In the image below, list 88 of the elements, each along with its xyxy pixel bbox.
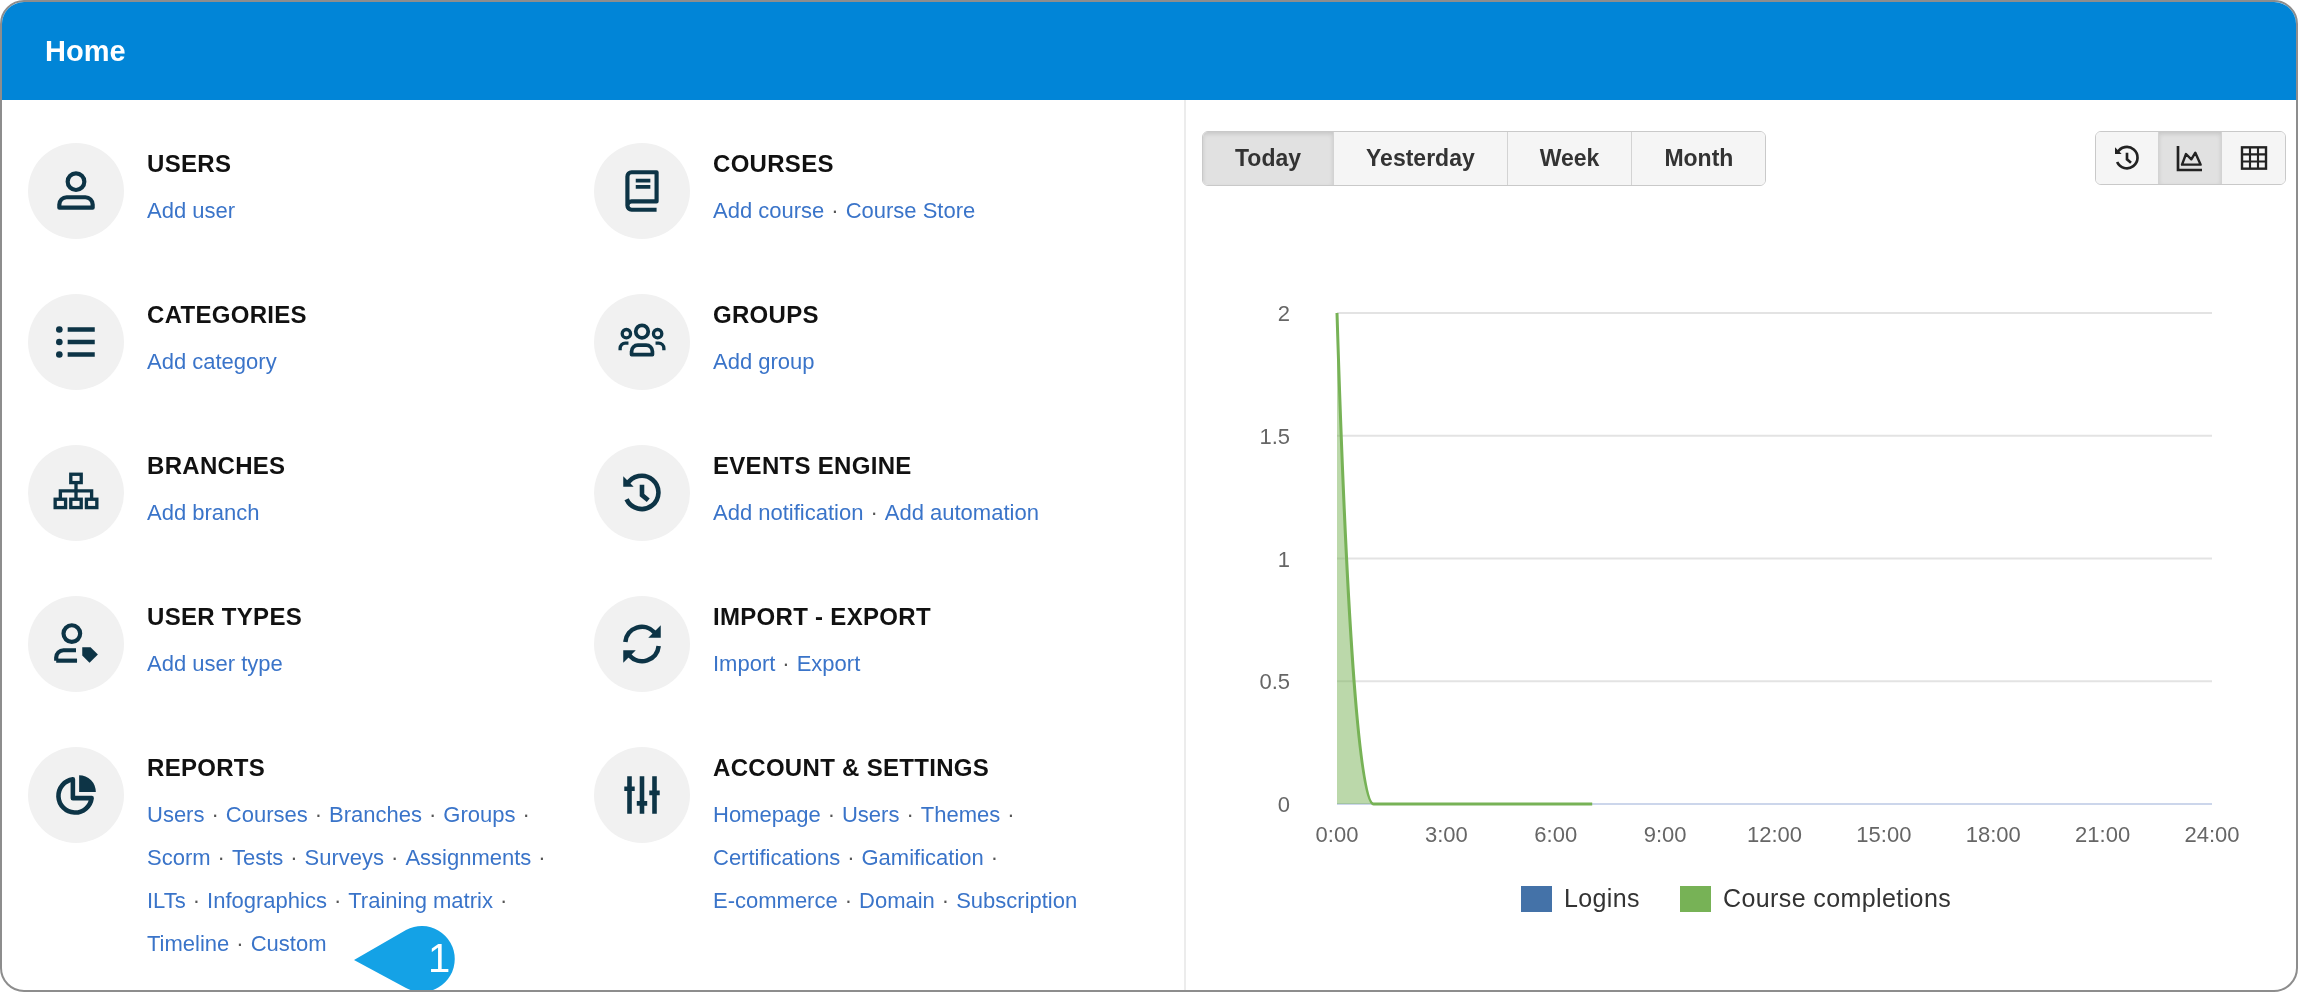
link[interactable]: Gamification [861, 836, 984, 879]
link[interactable]: Scorm [147, 836, 211, 879]
separator: · [1007, 801, 1015, 829]
link[interactable]: Custom [250, 922, 327, 965]
y-axis-label: 1 [1277, 546, 1290, 572]
link[interactable]: Import [713, 642, 776, 685]
period-tab[interactable]: Today [1203, 132, 1335, 185]
separator: · [217, 844, 225, 872]
link[interactable]: Add course [713, 189, 825, 232]
link[interactable]: Add notification [713, 491, 864, 534]
separator: · [522, 801, 530, 829]
section-title: EVENTS ENGINE [713, 451, 913, 481]
section-title: COURSES [713, 149, 835, 179]
view-button[interactable] [2222, 132, 2285, 184]
link[interactable]: Add group [713, 340, 815, 383]
section-title: CATEGORIES [147, 300, 308, 330]
separator: · [211, 801, 219, 829]
separator: · [941, 887, 950, 915]
separator: · [990, 844, 999, 872]
link[interactable]: Users [147, 793, 205, 836]
link[interactable]: Courses [225, 793, 308, 836]
link[interactable]: Add automation [884, 491, 1039, 534]
link[interactable]: Tests [231, 836, 284, 879]
link[interactable]: Training matrix [348, 879, 493, 922]
link[interactable]: E-commerce [713, 879, 838, 922]
separator: · [429, 801, 437, 829]
x-axis-label: 18:00 [1965, 822, 2021, 847]
section-title: GROUPS [713, 300, 820, 330]
separator: · [906, 801, 914, 829]
x-axis-label: 6:00 [1534, 822, 1578, 847]
separator: · [314, 801, 323, 829]
legend-label: Course completions [1722, 884, 1952, 913]
link[interactable]: Domain [859, 879, 935, 922]
y-axis-label: 0 [1277, 792, 1290, 817]
link[interactable]: Timeline [147, 922, 230, 965]
period-tab[interactable]: Month [1632, 132, 1766, 185]
section-title: USERS [147, 149, 233, 179]
separator: · [290, 844, 298, 872]
section-title: REPORTS [147, 753, 267, 783]
link[interactable]: ILTs [147, 879, 186, 922]
separator: · [391, 844, 399, 872]
link[interactable]: Certifications [713, 836, 841, 879]
section-title: ACCOUNT & SETTINGS [713, 753, 991, 783]
link[interactable]: Assignments [405, 836, 532, 879]
x-axis-label: 15:00 [1856, 822, 1912, 847]
link[interactable]: Add branch [147, 491, 260, 534]
y-axis-label: 1.5 [1259, 423, 1290, 449]
separator: · [782, 650, 790, 678]
x-axis-label: 24:00 [2184, 822, 2240, 847]
link[interactable]: Groups [443, 793, 516, 836]
x-axis-label: 0:00 [1315, 822, 1359, 847]
separator: · [831, 197, 839, 225]
y-axis-label: 2 [1277, 301, 1290, 326]
legend-label: Logins [1563, 884, 1640, 913]
link[interactable]: Subscription [956, 879, 1078, 922]
y-axis-label: 0.5 [1259, 669, 1290, 695]
period-tab[interactable]: Yesterday [1334, 132, 1508, 185]
separator: · [333, 887, 342, 915]
section-title: IMPORT - EXPORT [713, 602, 932, 632]
link[interactable]: Course Store [845, 189, 976, 232]
separator: · [844, 887, 852, 915]
page-title: Home [45, 34, 126, 68]
separator: · [236, 930, 244, 958]
separator: · [870, 499, 878, 527]
separator: · [827, 801, 835, 829]
link[interactable]: Homepage [713, 793, 821, 836]
x-axis-label: 9:00 [1643, 822, 1687, 847]
link[interactable]: Themes [920, 793, 1001, 836]
section-title: BRANCHES [147, 451, 287, 481]
link[interactable]: Users [841, 793, 900, 836]
section-title: USER TYPES [147, 602, 304, 632]
separator: · [847, 844, 855, 872]
view-button[interactable] [2159, 132, 2222, 184]
x-axis-label: 3:00 [1424, 822, 1468, 847]
link[interactable]: Add user type [147, 642, 283, 685]
x-axis-label: 12:00 [1746, 822, 1803, 847]
view-button[interactable] [2096, 132, 2159, 184]
link[interactable]: Export [796, 642, 861, 685]
link[interactable]: Add user [147, 189, 236, 232]
separator: · [499, 887, 508, 915]
x-axis-label: 21:00 [2075, 822, 2131, 847]
link[interactable]: Add category [147, 340, 277, 383]
link[interactable]: Branches [329, 793, 422, 836]
separator: · [538, 844, 546, 872]
period-tab[interactable]: Week [1507, 132, 1633, 185]
link[interactable]: Surveys [304, 836, 385, 879]
link[interactable]: Infographics [207, 879, 327, 922]
separator: · [192, 887, 201, 915]
